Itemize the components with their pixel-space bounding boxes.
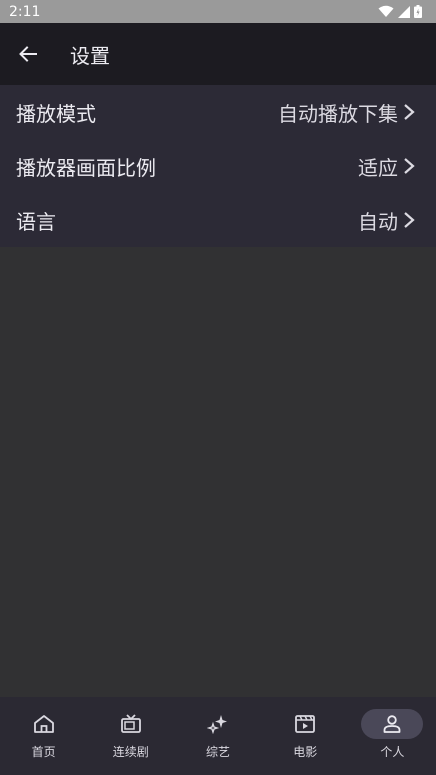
nav-icon-container xyxy=(274,709,336,739)
signal-icon xyxy=(398,5,410,18)
setting-playback-mode[interactable]: 播放模式 自动播放下集 xyxy=(0,85,436,139)
nav-label: 个人 xyxy=(380,745,405,759)
chevron-right-icon xyxy=(404,212,415,228)
setting-language[interactable]: 语言 自动 xyxy=(0,193,436,247)
chevron-right-icon xyxy=(404,158,415,174)
status-icons xyxy=(378,5,422,18)
setting-value: 自动播放下集 xyxy=(278,101,398,126)
person-icon xyxy=(384,715,401,733)
battery-icon xyxy=(414,5,422,18)
status-bar: 2:11 xyxy=(0,0,436,23)
back-button[interactable] xyxy=(0,23,56,85)
status-time: 2:11 xyxy=(9,3,41,20)
nav-label: 连续剧 xyxy=(112,745,149,759)
nav-item-movies[interactable]: 电影 xyxy=(262,697,349,775)
setting-value-group: 自动播放下集 xyxy=(278,98,416,127)
nav-label: 电影 xyxy=(293,745,318,759)
movie-icon xyxy=(295,715,316,733)
home-icon xyxy=(33,715,54,733)
setting-label: 播放器画面比例 xyxy=(16,155,156,180)
arrow-left-icon xyxy=(19,46,37,62)
nav-label: 综艺 xyxy=(206,745,231,759)
page-title: 设置 xyxy=(70,43,110,68)
nav-icon-container xyxy=(361,709,424,739)
nav-icon-container xyxy=(187,709,249,739)
settings-list: 播放模式 自动播放下集 播放器画面比例 适应 语言 自动 xyxy=(0,85,436,247)
bottom-navigation: 首页 连续剧 综艺 电影 个人 xyxy=(0,697,436,775)
setting-label: 播放模式 xyxy=(16,101,96,126)
nav-item-profile[interactable]: 个人 xyxy=(349,697,436,775)
app-bar: 设置 xyxy=(0,23,436,85)
setting-value: 自动 xyxy=(358,209,398,234)
nav-item-home[interactable]: 首页 xyxy=(0,697,87,775)
nav-item-series[interactable]: 连续剧 xyxy=(87,697,174,775)
nav-label: 首页 xyxy=(31,745,56,759)
sparkle-icon xyxy=(207,715,227,734)
chevron-right-icon xyxy=(404,104,415,120)
setting-value-group: 自动 xyxy=(358,206,416,235)
setting-label: 语言 xyxy=(16,209,56,234)
setting-value-group: 适应 xyxy=(358,152,416,181)
tv-icon xyxy=(120,714,141,733)
nav-icon-container xyxy=(100,709,162,739)
nav-icon-container xyxy=(13,709,75,739)
wifi-icon xyxy=(378,5,394,17)
setting-aspect-ratio[interactable]: 播放器画面比例 适应 xyxy=(0,139,436,193)
setting-value: 适应 xyxy=(358,155,398,180)
nav-item-variety[interactable]: 综艺 xyxy=(174,697,261,775)
